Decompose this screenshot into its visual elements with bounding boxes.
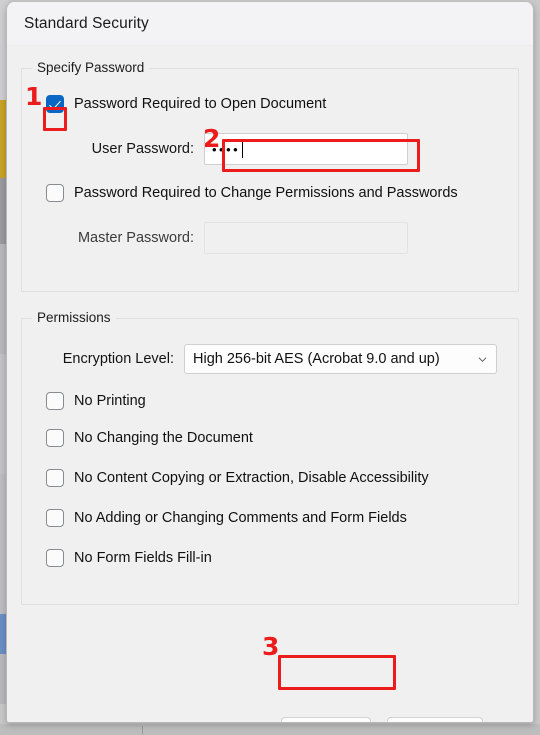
ok-button[interactable]: OK (281, 717, 371, 722)
encryption-level-value: High 256-bit AES (Acrobat 9.0 and up) (193, 351, 440, 367)
permission-checkbox-row[interactable]: No Changing the Document (46, 429, 253, 447)
permissions-legend: Permissions (32, 310, 116, 325)
permissions-group: Permissions Encryption Level: High 256-b… (21, 310, 519, 605)
master-password-input[interactable] (204, 222, 408, 254)
no-form-fields-fillin-checkbox[interactable] (46, 549, 64, 567)
user-password-row: User Password: •••• (46, 133, 426, 165)
change-permissions-checkbox[interactable] (46, 184, 64, 202)
dialog-title: Standard Security (24, 14, 149, 32)
no-printing-checkbox[interactable] (46, 392, 64, 410)
encryption-level-select[interactable]: High 256-bit AES (Acrobat 9.0 and up) (184, 344, 497, 374)
permission-checkbox-row[interactable]: No Printing (46, 392, 146, 410)
no-changing-document-checkbox[interactable] (46, 429, 64, 447)
no-content-copying-checkbox[interactable] (46, 469, 64, 487)
encryption-level-row: Encryption Level: High 256-bit AES (Acro… (44, 344, 497, 374)
specify-password-legend: Specify Password (32, 60, 150, 75)
open-document-checkbox-row[interactable]: Password Required to Open Document (46, 95, 326, 113)
background-divider-tick (142, 726, 143, 734)
no-content-copying-label: No Content Copying or Extraction, Disabl… (74, 470, 429, 486)
no-adding-comments-checkbox[interactable] (46, 509, 64, 527)
open-document-checkbox[interactable] (46, 95, 64, 113)
no-adding-comments-label: No Adding or Changing Comments and Form … (74, 510, 407, 526)
permission-checkbox-row[interactable]: No Content Copying or Extraction, Disabl… (46, 469, 429, 487)
change-permissions-checkbox-label: Password Required to Change Permissions … (74, 185, 458, 201)
open-document-checkbox-label: Password Required to Open Document (74, 96, 327, 112)
text-caret (242, 140, 244, 158)
password-mask-dots: •••• (212, 141, 241, 157)
no-changing-document-label: No Changing the Document (74, 430, 253, 446)
master-password-row: Master Password: (46, 222, 426, 254)
dialog-content: Specify Password Password Required to Op… (7, 60, 533, 722)
change-permissions-checkbox-row[interactable]: Password Required to Change Permissions … (46, 184, 458, 202)
user-password-label: User Password: (91, 141, 194, 157)
cancel-button[interactable]: Cancel (387, 717, 483, 722)
background-taskbar-edge (0, 724, 540, 735)
permission-checkbox-row[interactable]: No Adding or Changing Comments and Form … (46, 509, 407, 527)
user-password-input[interactable]: •••• (204, 133, 408, 165)
standard-security-dialog: Standard Security Specify Password Passw… (6, 2, 534, 723)
dialog-titlebar: Standard Security (7, 2, 533, 46)
specify-password-group: Specify Password Password Required to Op… (21, 60, 519, 292)
chevron-down-icon (478, 357, 487, 363)
no-printing-label: No Printing (74, 393, 146, 409)
master-password-label: Master Password: (77, 230, 194, 246)
no-form-fields-fillin-label: No Form Fields Fill-in (74, 550, 212, 566)
permission-checkbox-row[interactable]: No Form Fields Fill-in (46, 549, 212, 567)
encryption-level-label: Encryption Level: (62, 351, 174, 367)
